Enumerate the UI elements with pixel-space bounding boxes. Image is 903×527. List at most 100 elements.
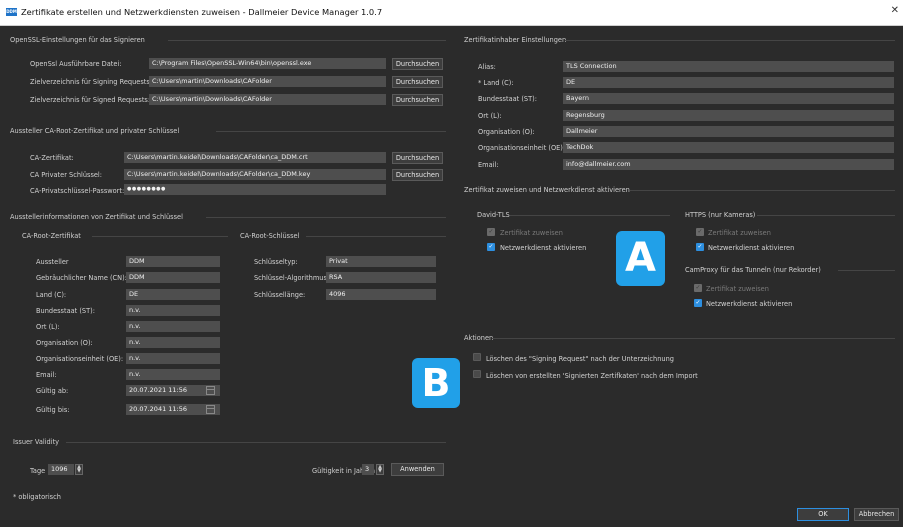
holder-organisation-field[interactable]: Dallmeier	[563, 126, 894, 137]
openssl-exe-browse-button[interactable]: Durchsuchen	[392, 58, 443, 70]
organisation-field: n.v.	[126, 337, 220, 348]
openssl-exe-label: OpenSsl Ausführbare Datei:	[30, 60, 122, 68]
holder-org-unit-field[interactable]: TechDok	[563, 142, 894, 153]
calendar-icon[interactable]	[206, 386, 215, 395]
ca-key-field[interactable]: C:\Users\martin.keidel\Downloads\CAFolde…	[124, 169, 386, 180]
holder-org-unit-label: Organisationseinheit (OE):	[478, 144, 566, 152]
ca-cert-browse-button[interactable]: Durchsuchen	[392, 152, 443, 164]
assign-section-header: Zertifikat zuweisen und Netzwerkdienst a…	[464, 186, 630, 194]
key-algorithm-field: RSA	[326, 272, 436, 283]
apply-button[interactable]: Anwenden	[391, 463, 444, 476]
divider	[66, 442, 446, 443]
validity-section-header: Issuer Validity	[13, 438, 60, 446]
root-cert-header: CA-Root-Zertifikat	[22, 232, 81, 240]
days-label: Tage	[30, 467, 46, 475]
window-title: Zertifikate erstellen und Netzwerkdienst…	[21, 7, 383, 17]
delete-request-label: Löschen des "Signing Request" nach der U…	[486, 355, 674, 363]
org-unit-label: Organisationseinheit (OE):	[36, 355, 124, 363]
https-activate-label: Netzwerkdienst aktivieren	[708, 244, 795, 252]
divider	[630, 190, 895, 191]
key-algorithm-label: Schlüssel-Algorithmus:	[254, 274, 330, 282]
signed-requests-dir-label: Zielverzeichnis für Signed Requests:	[30, 96, 151, 104]
cancel-button[interactable]: Abbrechen	[854, 508, 899, 521]
divider	[565, 40, 895, 41]
divider	[206, 217, 446, 218]
divider	[216, 131, 446, 132]
ca-password-field[interactable]: ●●●●●●●●	[124, 184, 386, 195]
annotation-badge-b: B	[412, 358, 460, 408]
years-spin-icon[interactable]: ▲ ▼	[376, 464, 384, 475]
close-icon[interactable]: ✕	[891, 5, 899, 16]
david-tls-header: David-TLS	[477, 211, 510, 219]
holder-locality-field[interactable]: Regensburg	[563, 110, 894, 121]
holder-locality-label: Ort (L):	[478, 112, 502, 120]
camproxy-header: CamProxy für das Tunneln (nur Rekorder)	[685, 266, 821, 274]
https-header: HTTPS (nur Kameras)	[685, 211, 756, 219]
divider	[306, 236, 446, 237]
delete-request-checkbox[interactable]	[473, 353, 481, 361]
divider	[757, 215, 895, 216]
openssl-section-header: OpenSSL-Einstellungen für das Signieren	[10, 36, 145, 44]
cn-label: Gebräuchlicher Name (CN):	[36, 274, 127, 282]
key-length-field: 4096	[326, 289, 436, 300]
camproxy-assign-checkbox[interactable]: ✓	[694, 284, 702, 292]
required-note: * obligatorisch	[13, 493, 61, 501]
email-field: n.v.	[126, 369, 220, 380]
issuer-label: Aussteller	[36, 258, 69, 266]
years-spinbox[interactable]: 3	[362, 464, 374, 475]
locality-field: n.v.	[126, 321, 220, 332]
camproxy-activate-checkbox[interactable]: ✓	[694, 299, 702, 307]
ok-button[interactable]: OK	[797, 508, 849, 521]
holder-country-field[interactable]: DE	[563, 77, 894, 88]
holder-section-header: Zertifikatinhaber Einstellungen	[464, 36, 567, 44]
state-label: Bundesstaat (ST):	[36, 307, 95, 315]
david-activate-checkbox[interactable]: ✓	[487, 243, 495, 251]
delete-signed-checkbox[interactable]	[473, 370, 481, 378]
calendar-icon[interactable]	[206, 405, 215, 414]
divider	[168, 40, 446, 41]
david-assign-checkbox[interactable]: ✓	[487, 228, 495, 236]
valid-from-label: Gültig ab:	[36, 387, 69, 395]
cn-field: DDM	[126, 272, 220, 283]
locality-label: Ort (L):	[36, 323, 60, 331]
ca-cert-field[interactable]: C:\Users\martin.keidel\Downloads\CAFolde…	[124, 152, 386, 163]
holder-email-label: Email:	[478, 161, 499, 169]
country-field: DE	[126, 289, 220, 300]
email-label: Email:	[36, 371, 57, 379]
david-activate-label: Netzwerkdienst aktivieren	[500, 244, 587, 252]
ca-password-label: CA-Privatschlüssel-Passwort:	[30, 187, 125, 195]
country-label: Land (C):	[36, 291, 67, 299]
app-icon: DDM	[6, 8, 17, 16]
holder-organisation-label: Organisation (O):	[478, 128, 535, 136]
signing-requests-browse-button[interactable]: Durchsuchen	[392, 76, 443, 88]
ca-cert-label: CA-Zertifikat:	[30, 154, 74, 162]
org-unit-field: n.v.	[126, 353, 220, 364]
divider	[492, 338, 895, 339]
root-key-header: CA-Root-Schlüssel	[240, 232, 300, 240]
issuer-field: DDM	[126, 256, 220, 267]
holder-state-field[interactable]: Bayern	[563, 93, 894, 104]
david-assign-label: Zertifikat zuweisen	[500, 229, 563, 237]
days-spin-icon[interactable]: ▲ ▼	[75, 464, 83, 475]
signed-requests-dir-field[interactable]: C:\Users\martin\Downloads\CAFolder	[149, 94, 386, 105]
https-assign-label: Zertifikat zuweisen	[708, 229, 771, 237]
actions-section-header: Aktionen	[464, 334, 494, 342]
signing-requests-dir-field[interactable]: C:\Users\martin\Downloads\CAFolder	[149, 76, 386, 87]
issuer-ca-section-header: Aussteller CA-Root-Zertifikat und privat…	[10, 127, 180, 135]
key-type-field: Privat	[326, 256, 436, 267]
https-activate-checkbox[interactable]: ✓	[696, 243, 704, 251]
ca-key-label: CA Privater Schlüssel:	[30, 171, 102, 179]
signed-requests-browse-button[interactable]: Durchsuchen	[392, 94, 443, 106]
alias-field[interactable]: TLS Connection	[563, 61, 894, 72]
https-assign-checkbox[interactable]: ✓	[696, 228, 704, 236]
holder-email-field[interactable]: info@dallmeier.com	[563, 159, 894, 170]
ca-key-browse-button[interactable]: Durchsuchen	[392, 169, 443, 181]
key-type-label: Schlüsseltyp:	[254, 258, 298, 266]
delete-signed-label: Löschen von erstellten 'Signierten Zerti…	[486, 372, 698, 380]
holder-country-label: * Land (C):	[478, 79, 514, 87]
days-spinbox[interactable]: 1096	[48, 464, 74, 475]
annotation-badge-a: A	[616, 231, 665, 286]
title-bar: DDM Zertifikate erstellen und Netzwerkdi…	[0, 0, 903, 26]
openssl-exe-field[interactable]: C:\Program Files\OpenSSL-Win64\bin\opens…	[149, 58, 386, 69]
state-field: n.v.	[126, 305, 220, 316]
